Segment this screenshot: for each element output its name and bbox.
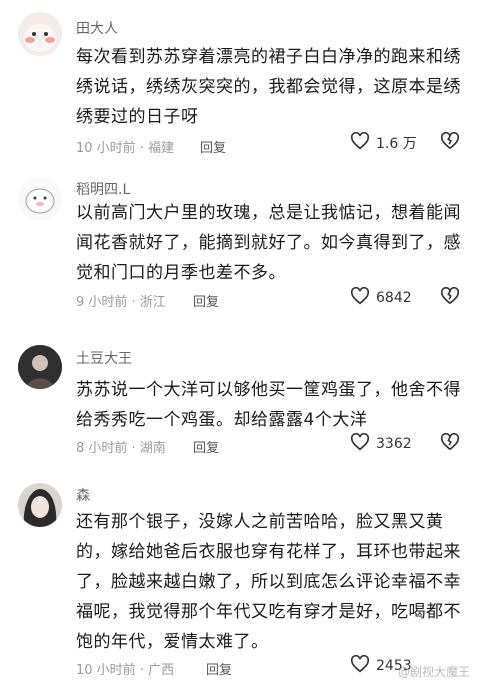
username[interactable]: 稻明四.L	[76, 179, 130, 199]
like-button[interactable]: 1.6 万	[350, 131, 417, 154]
comment-text: 还有那个银子，没嫁人之前苦哈哈，脸又黑又黄 的，嫁给她爸后衣服也穿有花样了，耳环…	[76, 512, 461, 652]
username[interactable]: 森	[76, 485, 90, 505]
reply-button[interactable]: 回复	[206, 659, 232, 678]
avatar[interactable]	[18, 483, 62, 527]
dislike-button[interactable]	[440, 432, 460, 455]
comment-item: 土豆大王 苏苏说一个大洋可以够他买一筐鸡蛋了，他舍不得 给秀秀吃一个鸡蛋。却给露…	[0, 333, 480, 473]
broken-heart-icon	[440, 131, 460, 154]
heart-outline-icon	[350, 286, 370, 309]
comment-time-location: 9 小时前 · 浙江	[76, 295, 166, 310]
avatar[interactable]	[18, 177, 62, 221]
reply-button[interactable]: 回复	[200, 137, 226, 156]
comment-item: 稻明四.L 以前高门大户里的玫瑰，总是让我惦记，想着能闻 闻花香就好了，能摘到就…	[0, 165, 480, 333]
like-button[interactable]: 3362	[350, 432, 412, 455]
like-button[interactable]: 6842	[350, 286, 412, 309]
username[interactable]: 土豆大王	[76, 348, 132, 368]
comment-item: 森 还有那个银子，没嫁人之前苦哈哈，脸又黑又黄 的，嫁给她爸后衣服也穿有花样了，…	[0, 473, 480, 690]
heart-outline-icon	[350, 654, 370, 677]
comment-text: 每次看到苏苏穿着漂亮的裙子白白净净的跑来和绣 绣说话，绣绣灰突突的，我都会觉得，…	[76, 47, 461, 127]
avatar[interactable]	[18, 12, 62, 56]
heart-outline-icon	[350, 432, 370, 455]
like-count: 6842	[376, 290, 412, 306]
broken-heart-icon	[440, 286, 460, 309]
like-count: 3362	[376, 436, 412, 452]
broken-heart-icon	[440, 432, 460, 455]
heart-outline-icon	[350, 131, 370, 154]
watermark: @剧视大魔王	[397, 665, 470, 679]
username[interactable]: 田大人	[76, 18, 118, 38]
comment-text: 苏苏说一个大洋可以够他买一筐鸡蛋了，他舍不得 给秀秀吃一个鸡蛋。却给露露4个大洋	[76, 380, 461, 430]
comment-text: 以前高门大户里的玫瑰，总是让我惦记，想着能闻 闻花香就好了，能摘到就好了。如今真…	[76, 203, 461, 283]
comment-time-location: 8 小时前 · 湖南	[76, 441, 166, 456]
like-count: 1.6 万	[376, 136, 417, 152]
comment-time-location: 10 小时前 · 广西	[76, 663, 175, 678]
reply-button[interactable]: 回复	[193, 437, 219, 456]
comment-item: 田大人 每次看到苏苏穿着漂亮的裙子白白净净的跑来和绣 绣说话，绣绣灰突突的，我都…	[0, 0, 480, 165]
dislike-button[interactable]	[440, 286, 460, 309]
avatar[interactable]	[18, 345, 62, 389]
comment-time-location: 10 小时前 · 福建	[76, 141, 175, 156]
reply-button[interactable]: 回复	[193, 291, 219, 310]
dislike-button[interactable]	[440, 131, 460, 154]
